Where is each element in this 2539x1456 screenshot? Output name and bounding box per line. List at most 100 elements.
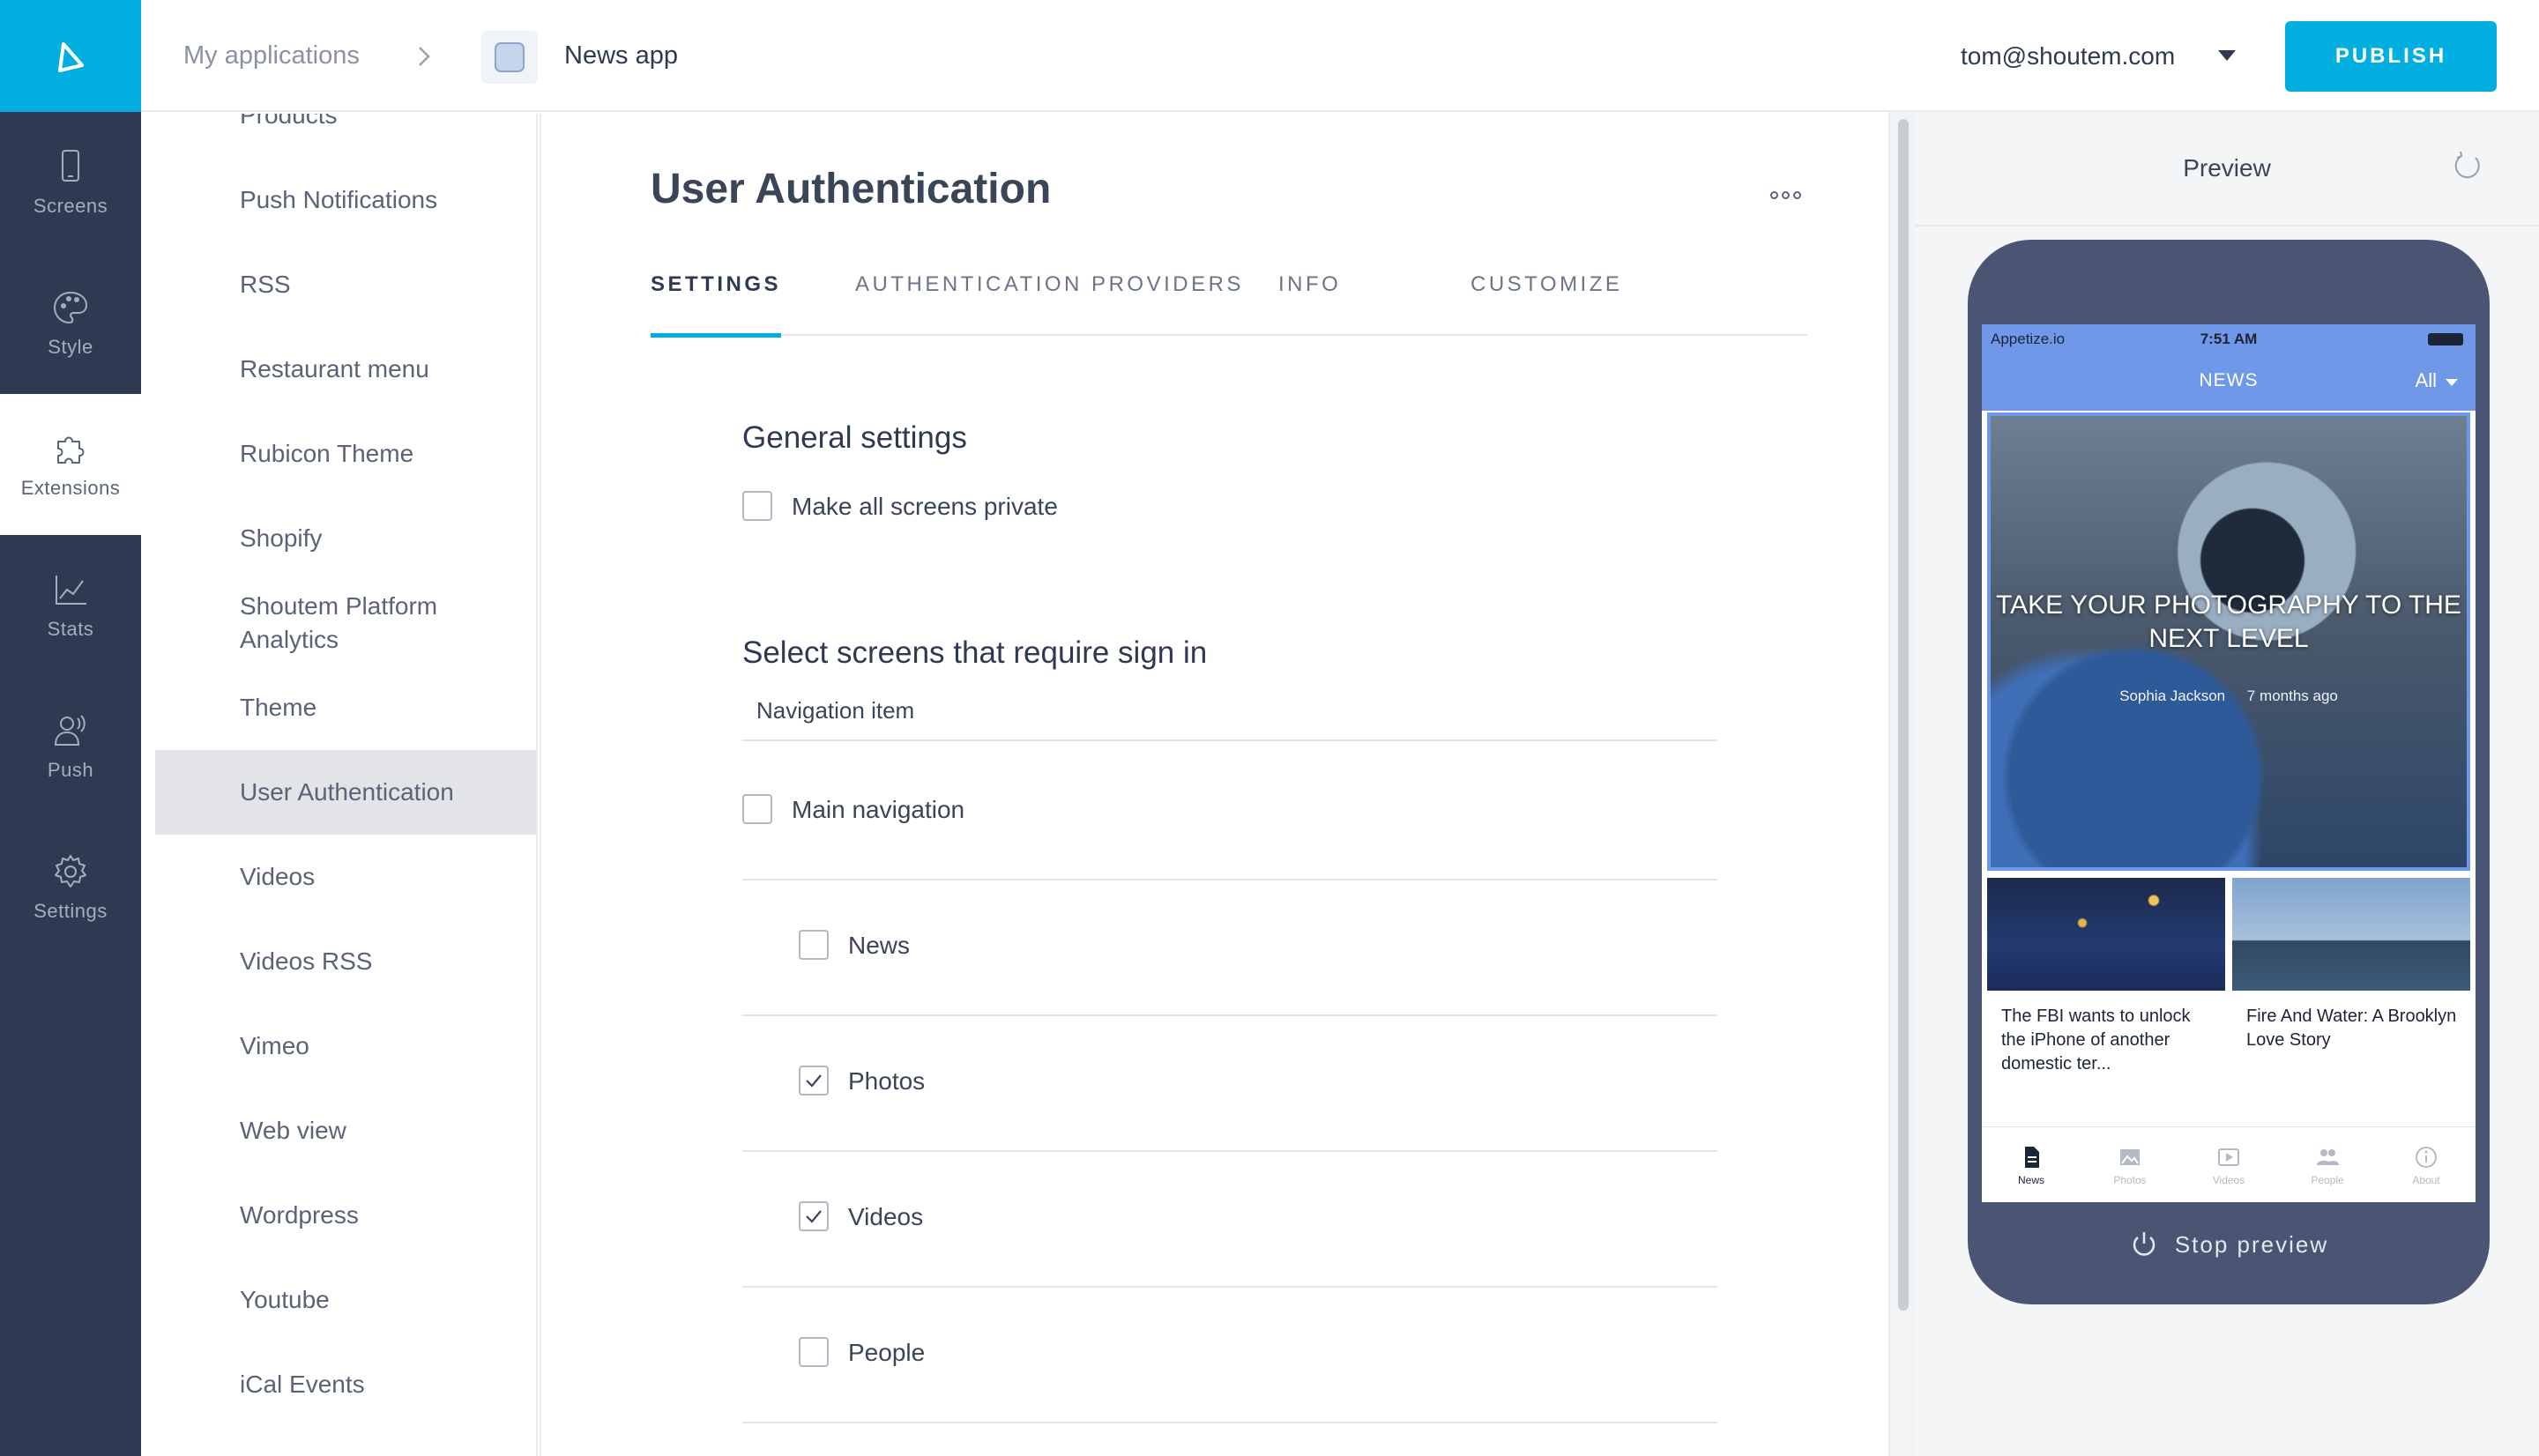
phone-tab-label: Videos [2212, 1174, 2245, 1186]
power-icon [2133, 1232, 2156, 1256]
rail-item-stats[interactable]: Stats [0, 535, 141, 676]
navigation-item-column-header: Navigation item [756, 697, 915, 724]
rail-item-push[interactable]: Push [0, 676, 141, 817]
extension-item[interactable]: Rubicon Theme [155, 412, 536, 496]
people-icon [2317, 1149, 2339, 1165]
screen-checkbox[interactable] [742, 794, 772, 824]
tab-customize[interactable]: CUSTOMIZE [1471, 272, 1622, 336]
extension-item[interactable]: Youtube [155, 1258, 536, 1342]
rail-item-style[interactable]: Style [0, 253, 141, 394]
rail-item-label: Screens [33, 195, 108, 217]
article-card[interactable]: Fire And Water: A Brooklyn Love Story [2232, 878, 2470, 1123]
article-card[interactable]: The FBI wants to unlock the iPhone of an… [1987, 878, 2225, 1123]
phone-nav-filter[interactable]: All [2416, 369, 2437, 392]
extension-item[interactable]: Shopify [155, 496, 536, 581]
play-icon [2218, 1148, 2239, 1166]
logo[interactable] [0, 0, 141, 112]
extension-item[interactable]: Products [155, 114, 536, 158]
divider [742, 1422, 1717, 1423]
hero-author: Sophia Jackson [2119, 687, 2226, 704]
phone-tab-label: News [2017, 1174, 2044, 1186]
tab-bar: SETTINGS AUTHENTICATION PROVIDERS INFO C… [651, 272, 1807, 338]
rail-item-label: Settings [34, 900, 108, 922]
phone-tab-videos[interactable]: Videos [2179, 1127, 2278, 1202]
user-menu[interactable]: tom@shoutem.com [1961, 0, 2175, 112]
publish-button[interactable]: PUBLISH [2285, 21, 2497, 92]
phone-icon [62, 150, 79, 182]
extension-item[interactable]: Push Notifications [155, 158, 536, 242]
palette-icon [53, 291, 88, 324]
rail-item-label: Style [48, 336, 93, 358]
article-title: Fire And Water: A Brooklyn Love Story [2246, 1007, 2457, 1050]
private-checkbox[interactable] [742, 491, 772, 521]
more-options-icon[interactable] [1770, 191, 1801, 199]
phone-tab-bar: News Photos Videos People About [1982, 1126, 2476, 1202]
hero-title: TAKE YOUR PHOTOGRAPHY TO THE NEXT LEVEL [1996, 591, 2461, 653]
tab-settings[interactable]: SETTINGS [651, 272, 782, 338]
extension-item[interactable]: Videos [155, 835, 536, 919]
screen-checkbox[interactable] [799, 1066, 829, 1096]
divider [742, 1150, 1717, 1152]
screen-checkbox[interactable] [799, 930, 829, 960]
rail-item-settings[interactable]: Settings [0, 817, 141, 958]
article-title: The FBI wants to unlock the iPhone of an… [2001, 1007, 2191, 1073]
tab-info[interactable]: INFO [1278, 272, 1341, 336]
preview-title: Preview [2183, 154, 2271, 182]
tab-authentication-providers[interactable]: AUTHENTICATION PROVIDERS [855, 272, 1244, 336]
divider [742, 739, 1717, 741]
extension-item[interactable]: Shoutem Platform Analytics [155, 581, 536, 665]
extensions-list: Products Push Notifications RSS Restaurant … [141, 114, 538, 1456]
phone-screen[interactable]: Appetize.io 7:51 AM NEWS All TAKE YOUR P… [1982, 324, 2476, 1202]
image-icon [2120, 1149, 2140, 1165]
phone-tab-photos[interactable]: Photos [2081, 1127, 2179, 1202]
main-scrollbar-thumb[interactable] [1898, 119, 1909, 1311]
document-icon [2025, 1147, 2039, 1168]
phone-tab-about[interactable]: About [2377, 1127, 2476, 1202]
divider [742, 1014, 1717, 1016]
screen-checkbox-label: Videos [848, 1203, 924, 1230]
rail-item-label: Stats [47, 618, 94, 640]
extension-item[interactable]: Wordpress [155, 1173, 536, 1258]
breadcrumb-my-applications[interactable]: My applications [183, 0, 360, 112]
phone-tab-label: Photos [2113, 1174, 2147, 1186]
rail-item-screens[interactable]: Screens [0, 112, 141, 253]
extension-item[interactable]: Web view [155, 1088, 536, 1173]
caret-down-icon[interactable] [2218, 50, 2236, 61]
phone-nav-bar: NEWS All [1982, 354, 2476, 411]
chevron-right-icon [416, 0, 432, 112]
hero-article[interactable]: TAKE YOUR PHOTOGRAPHY TO THE NEXT LEVEL … [1987, 412, 2470, 871]
extension-item[interactable]: iCal Events [155, 1342, 536, 1427]
status-time: 7:51 AM [2200, 331, 2258, 347]
phone-frame: Appetize.io 7:51 AM NEWS All TAKE YOUR P… [1968, 240, 2490, 1304]
rail-item-extensions[interactable]: Extensions [0, 394, 141, 535]
check-icon [806, 1074, 822, 1088]
battery-icon [2428, 333, 2463, 345]
screen-checkbox-label: People [848, 1339, 926, 1366]
extension-item[interactable]: Vimeo [155, 1004, 536, 1088]
phone-nav-title: NEWS [2199, 370, 2259, 390]
phone-tab-news[interactable]: News [1982, 1127, 2081, 1202]
chart-icon [56, 576, 86, 605]
extension-item[interactable]: Theme [155, 665, 536, 750]
phone-tab-people[interactable]: People [2278, 1127, 2377, 1202]
logo-icon [58, 41, 84, 72]
check-icon [806, 1210, 822, 1223]
caret-down-icon[interactable] [2446, 379, 2458, 386]
refresh-icon[interactable] [2449, 149, 2484, 184]
stop-preview-button[interactable]: Stop preview [1968, 1218, 2490, 1271]
preview-header: Preview [1915, 112, 2539, 227]
extension-item[interactable]: User Authentication [155, 750, 536, 835]
phone-status-bar: Appetize.io 7:51 AM [1982, 324, 2476, 354]
phone-tab-label: People [2311, 1174, 2344, 1186]
screen-checkbox-label: Photos [848, 1067, 926, 1095]
screen-checkbox[interactable] [799, 1337, 829, 1367]
extension-item[interactable]: Restaurant menu [155, 327, 536, 412]
screen-checkbox[interactable] [799, 1201, 829, 1231]
phone-tab-label: About [2412, 1174, 2440, 1186]
main-scrollbar[interactable] [1888, 112, 1915, 1456]
extension-item[interactable]: Videos RSS [155, 919, 536, 1004]
general-settings-heading: General settings [742, 420, 967, 455]
hero-meta: Sophia Jackson 7 months ago [1991, 687, 2467, 705]
extension-item[interactable]: RSS [155, 242, 536, 327]
breadcrumb-current-app[interactable]: News app [564, 0, 678, 112]
